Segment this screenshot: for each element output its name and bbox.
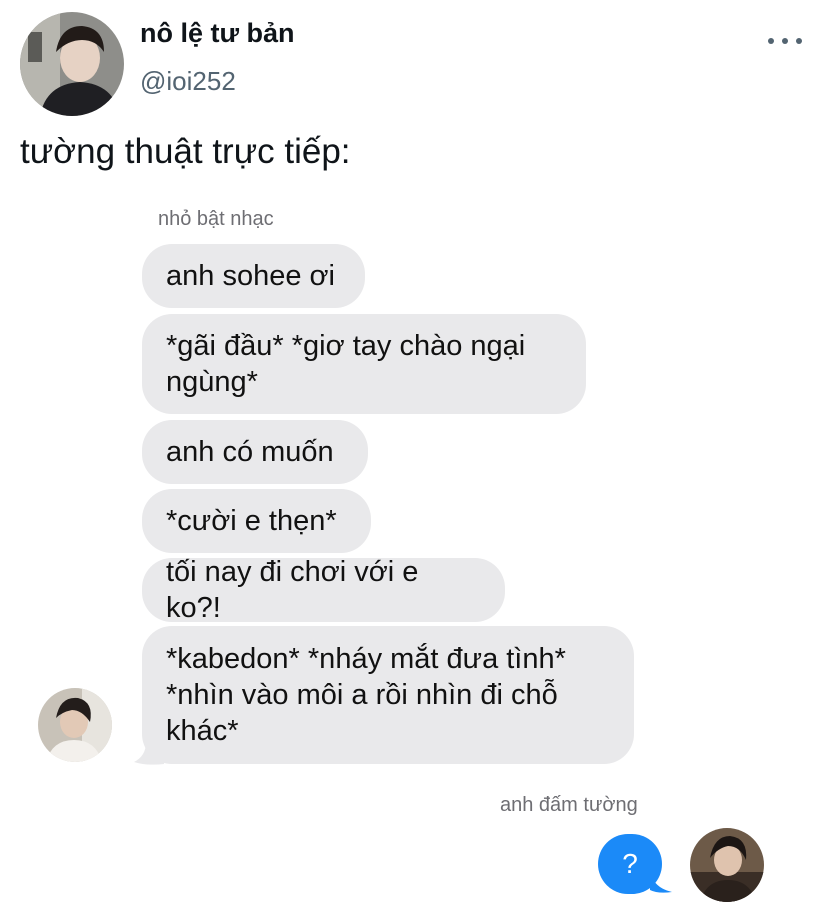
user-handle[interactable]: @ioi252: [140, 66, 236, 97]
reply-sender-name: anh đấm tường: [500, 794, 638, 816]
message-text: tối nay đi chơi với e ko?!: [166, 556, 419, 624]
message-bubble: anh có muốn: [142, 420, 368, 484]
message-text: anh có muốn: [166, 436, 334, 468]
message-bubble: tối nay đi chơi với e ko?!: [142, 556, 505, 624]
message-text: *cười e thẹn*: [166, 505, 337, 537]
message-text: *gãi đầu* *giơ tay chào ngại ngùng*: [166, 330, 526, 398]
more-horizontal-icon[interactable]: [768, 26, 802, 56]
contact-avatar: [38, 688, 112, 762]
outgoing-bubble-tail: [650, 872, 672, 893]
message-bubble: *cười e thẹn*: [142, 489, 371, 553]
message-bubble: *gãi đầu* *giơ tay chào ngại ngùng*: [142, 314, 586, 414]
message-bubble: anh sohee ơi: [142, 244, 365, 308]
sender-name: nhỏ bật nhạc: [158, 208, 274, 230]
message-text: anh sohee ơi: [166, 260, 335, 292]
display-name[interactable]: nô lệ tư bản: [140, 18, 295, 49]
message-text: *kabedon* *nháy mắt đưa tình* *nhìn vào …: [166, 643, 566, 747]
outgoing-message-text: ?: [622, 848, 638, 879]
tweet-text: tường thuật trực tiếp:: [20, 132, 351, 171]
message-bubble: *kabedon* *nháy mắt đưa tình* *nhìn vào …: [142, 626, 634, 764]
bubble-tail: [134, 742, 164, 765]
author-avatar[interactable]: [20, 12, 124, 116]
my-avatar: [690, 828, 764, 902]
